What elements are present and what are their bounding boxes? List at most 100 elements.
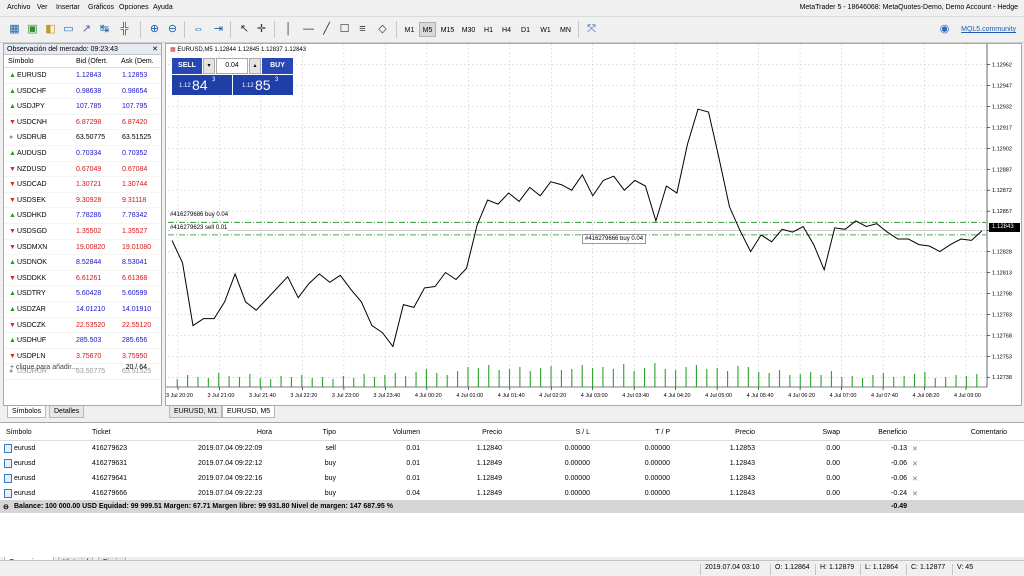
market-watch-row[interactable]: ▲ EURUSD 1.12843 1.12853 (4, 68, 161, 84)
trade-current-price: 1.12853 (729, 445, 755, 452)
market-watch-row[interactable]: ▲ USDZAR 14.01210 14.01910 (4, 302, 161, 318)
close-position-icon[interactable]: ✕ (912, 460, 918, 468)
market-watch-row[interactable]: ▼ USDCAD 1.30721 1.30744 (4, 177, 161, 193)
timeframe-m30[interactable]: M30 (459, 22, 478, 37)
menu-graficos[interactable]: Gráficos (88, 4, 114, 11)
market-watch-row[interactable]: ▼ USDSEK 9.30928 9.31118 (4, 193, 161, 209)
col-symbol[interactable]: Símbolo (8, 58, 34, 65)
col-swap[interactable]: Swap (810, 429, 840, 436)
col-bid[interactable]: Bid (Ofert. (76, 58, 108, 65)
close-position-icon[interactable]: ✕ (912, 475, 918, 483)
market-watch-row[interactable]: ▼ USDCNH 6.87298 6.87420 (4, 115, 161, 131)
col-tp[interactable]: T / P (640, 429, 670, 436)
user-icon[interactable]: ◉ (936, 21, 953, 38)
col-price[interactable]: Precio (470, 429, 502, 436)
market-watch-row[interactable]: ▼ NZDUSD 0.67049 0.67084 (4, 162, 161, 178)
chart-window[interactable]: 1.12962 1.12947 1.12932 1.12917 1.12902 1.128… (165, 43, 1022, 406)
zoom-in-icon[interactable]: ⊕ (146, 21, 163, 38)
timeframe-m5[interactable]: M5 (419, 22, 436, 37)
chart-style-icon[interactable]: ╬ (116, 21, 133, 38)
table-row[interactable]: eurusd 416279623 2019.07.04 09:22:09 sell 0.… (0, 441, 1024, 456)
trade-swap: 0.00 (826, 460, 840, 467)
market-watch-row[interactable]: ▲ USDJPY 107.785 107.795 (4, 99, 161, 115)
fibonacci-icon[interactable]: ≡ (354, 21, 371, 38)
close-icon[interactable]: ✕ (152, 44, 158, 55)
timeframe-h1[interactable]: H1 (480, 22, 497, 37)
market-watch-row[interactable]: ● USDRUB 63.50775 63.51525 (4, 130, 161, 146)
sell-price-box[interactable]: 1.12 84 3 (172, 75, 232, 95)
market-watch-row[interactable]: ▼ USDMXN 19.00820 19.01080 (4, 240, 161, 256)
col-profit[interactable]: Beneficio (870, 429, 907, 436)
menu-insertar[interactable]: Insertar (56, 4, 80, 11)
timeframe-m15[interactable]: M15 (438, 22, 457, 37)
menu-ver[interactable]: Ver (37, 4, 48, 11)
tab-chart-eurusd-m1[interactable]: EURUSD, M1 (169, 406, 223, 418)
timeframe-mn[interactable]: MN (557, 22, 574, 37)
col-type[interactable]: Tipo (310, 429, 336, 436)
sell-button[interactable]: SELL (172, 58, 202, 74)
trend-line-icon[interactable]: ╱ (318, 21, 335, 38)
col-ask[interactable]: Ask (Dem. (121, 58, 154, 65)
market-watch-row[interactable]: ▲ USDCHF 0.98638 0.98654 (4, 84, 161, 100)
horizontal-line-icon[interactable]: — (300, 21, 317, 38)
price-chart[interactable]: 1.129621.129471.129321.129171.129021.128… (166, 44, 1021, 405)
close-position-icon[interactable]: ✕ (912, 445, 918, 453)
mql5-community-link[interactable]: MQL5.community (961, 26, 1016, 33)
col-symbol[interactable]: Símbolo (6, 429, 32, 436)
col-current-price[interactable]: Precio (725, 429, 755, 436)
tab-detalles[interactable]: Detalles (49, 406, 85, 418)
market-watch-row[interactable]: ▲ USDTRY 5.60428 5.60599 (4, 286, 161, 302)
shapes-icon[interactable]: ◇ (374, 21, 391, 38)
order-line-label-sell[interactable]: #416279623 sell 0.01 (170, 225, 228, 231)
terminal-icon[interactable]: ▭ (60, 21, 77, 38)
balance-collapse-icon[interactable]: ⊖ (3, 503, 9, 511)
lot-down-icon[interactable]: ▾ (203, 58, 215, 74)
col-sl[interactable]: S / L (560, 429, 590, 436)
table-row[interactable]: eurusd 416279631 2019.07.04 09:22:12 buy 0.0… (0, 456, 1024, 471)
table-row[interactable]: eurusd 416279666 2019.07.04 09:22:23 buy 0.0… (0, 486, 1024, 501)
strategy-tester-icon[interactable]: ↗ (78, 21, 95, 38)
tab-simbolos[interactable]: Símbolos (7, 406, 47, 418)
buy-price-box[interactable]: 1.12 85 3 (233, 75, 293, 95)
market-watch-row[interactable]: ▲ USDNOK 8.52844 8.53041 (4, 255, 161, 271)
vertical-line-icon[interactable]: │ (280, 21, 297, 38)
text-icon[interactable]: ☐ (336, 21, 353, 38)
close-position-icon[interactable]: ✕ (912, 490, 918, 498)
timeframe-h4[interactable]: H4 (498, 22, 515, 37)
tab-chart-eurusd-m5[interactable]: EURUSD, M5 (222, 406, 276, 418)
order-line-label-buy[interactable]: #416279686 buy 0.04 (170, 212, 229, 218)
col-time[interactable]: Hora (252, 429, 272, 436)
lot-size-input[interactable]: 0.04 (216, 58, 248, 74)
price-tick-label: 1.12828 (992, 250, 1012, 256)
profiles-icon[interactable]: ▣ (24, 21, 41, 38)
chart-shift-icon[interactable]: ⇥ (210, 21, 227, 38)
lot-up-icon[interactable]: ▴ (249, 58, 261, 74)
timeframe-m1[interactable]: M1 (401, 22, 418, 37)
table-row[interactable]: eurusd 416279641 2019.07.04 09:22:16 buy 0.0… (0, 471, 1024, 486)
market-watch-row[interactable]: ▼ USDCZK 22.53520 22.55120 (4, 318, 161, 334)
timeframe-w1[interactable]: W1 (537, 22, 554, 37)
menu-opciones[interactable]: Opciones (119, 4, 149, 11)
algo-trading-icon[interactable]: ↹ (96, 21, 113, 38)
market-watch-row[interactable]: ▼ USDSGD 1.35502 1.35527 (4, 224, 161, 240)
market-watch-row[interactable]: ▲ USDHUF 285.503 285.656 (4, 333, 161, 349)
new-chart-icon[interactable]: ▦ (6, 21, 23, 38)
col-volume[interactable]: Volumen (380, 429, 420, 436)
menu-ayuda[interactable]: Ayuda (153, 4, 173, 11)
col-comment[interactable]: Comentario (960, 429, 1007, 436)
col-ticket[interactable]: Ticket (92, 429, 110, 436)
navigator-icon[interactable]: ◧ (42, 21, 59, 38)
add-symbol[interactable]: + clique para añadir... (10, 364, 77, 371)
zoom-out-icon[interactable]: ⊖ (164, 21, 181, 38)
menu-archivo[interactable]: Archivo (7, 4, 30, 11)
timeframe-d1[interactable]: D1 (517, 22, 534, 37)
market-watch-row[interactable]: ▼ USDPLN 3.75670 3.75950 (4, 349, 161, 365)
market-watch-row[interactable]: ▼ USDDKK 6.61261 6.61368 (4, 271, 161, 287)
fullscreen-icon[interactable]: ⤧ (583, 21, 600, 38)
cursor-icon[interactable]: ↖ (236, 21, 253, 38)
auto-scroll-icon[interactable]: ⇔ (190, 21, 207, 38)
market-watch-row[interactable]: ▲ USDHKD 7.78286 7.78342 (4, 208, 161, 224)
market-watch-row[interactable]: ▲ AUDUSD 0.70334 0.70352 (4, 146, 161, 162)
crosshair-icon[interactable]: ✛ (253, 21, 270, 38)
buy-button[interactable]: BUY (262, 58, 293, 74)
